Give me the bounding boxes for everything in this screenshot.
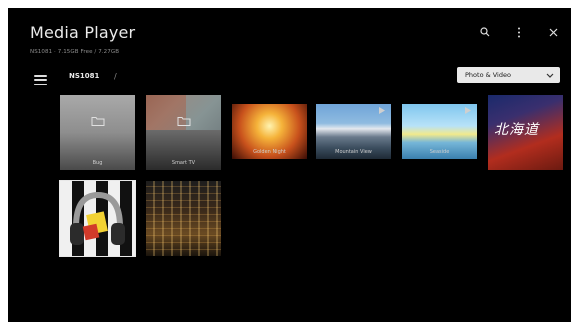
hokkaido-caption: 北海道: [494, 122, 539, 138]
video-tile-golden[interactable]: Golden Night: [232, 104, 307, 159]
tile-label: Mountain View: [335, 149, 372, 155]
tile-label: Smart TV: [171, 160, 196, 166]
search-icon[interactable]: [477, 24, 493, 40]
close-icon[interactable]: [545, 24, 561, 40]
storage-info: NS1081 · 7.15GB Free / 7.27GB: [30, 49, 120, 55]
hamburger-menu-icon[interactable]: [34, 75, 47, 86]
headphones-illustration: [70, 191, 125, 245]
video-tile-mountain[interactable]: Mountain View: [316, 104, 391, 159]
chevron-down-icon: [546, 73, 554, 78]
filter-dropdown-label: Photo & Video: [465, 71, 511, 79]
play-icon: [379, 107, 385, 114]
tile-label: Bug: [92, 160, 103, 166]
folder-tile-bug[interactable]: Bug: [60, 95, 135, 170]
filter-dropdown[interactable]: Photo & Video: [457, 67, 560, 83]
folder-icon: [91, 116, 104, 126]
tile-label: Seaside: [429, 149, 450, 155]
folder-tile-smart-tv[interactable]: Smart TV: [146, 95, 221, 170]
app-title: Media Player: [30, 23, 136, 42]
media-player-screen: Media Player NS1081 · 7.15GB Free / 7.27…: [8, 8, 571, 322]
folder-icon: [177, 116, 190, 126]
play-icon: [465, 107, 471, 114]
video-tile-seaside[interactable]: Seaside: [402, 104, 477, 159]
more-vert-icon[interactable]: [511, 24, 527, 40]
tile-label: Golden Night: [253, 149, 286, 155]
breadcrumb[interactable]: NS1081: [69, 72, 99, 80]
photo-tile-hokkaido[interactable]: 北海道: [488, 95, 563, 170]
breadcrumb-separator: /: [114, 72, 117, 81]
top-toolbar: [477, 24, 561, 40]
photo-tile-headphones[interactable]: [59, 180, 136, 257]
photo-tile-city-night[interactable]: [146, 181, 221, 256]
